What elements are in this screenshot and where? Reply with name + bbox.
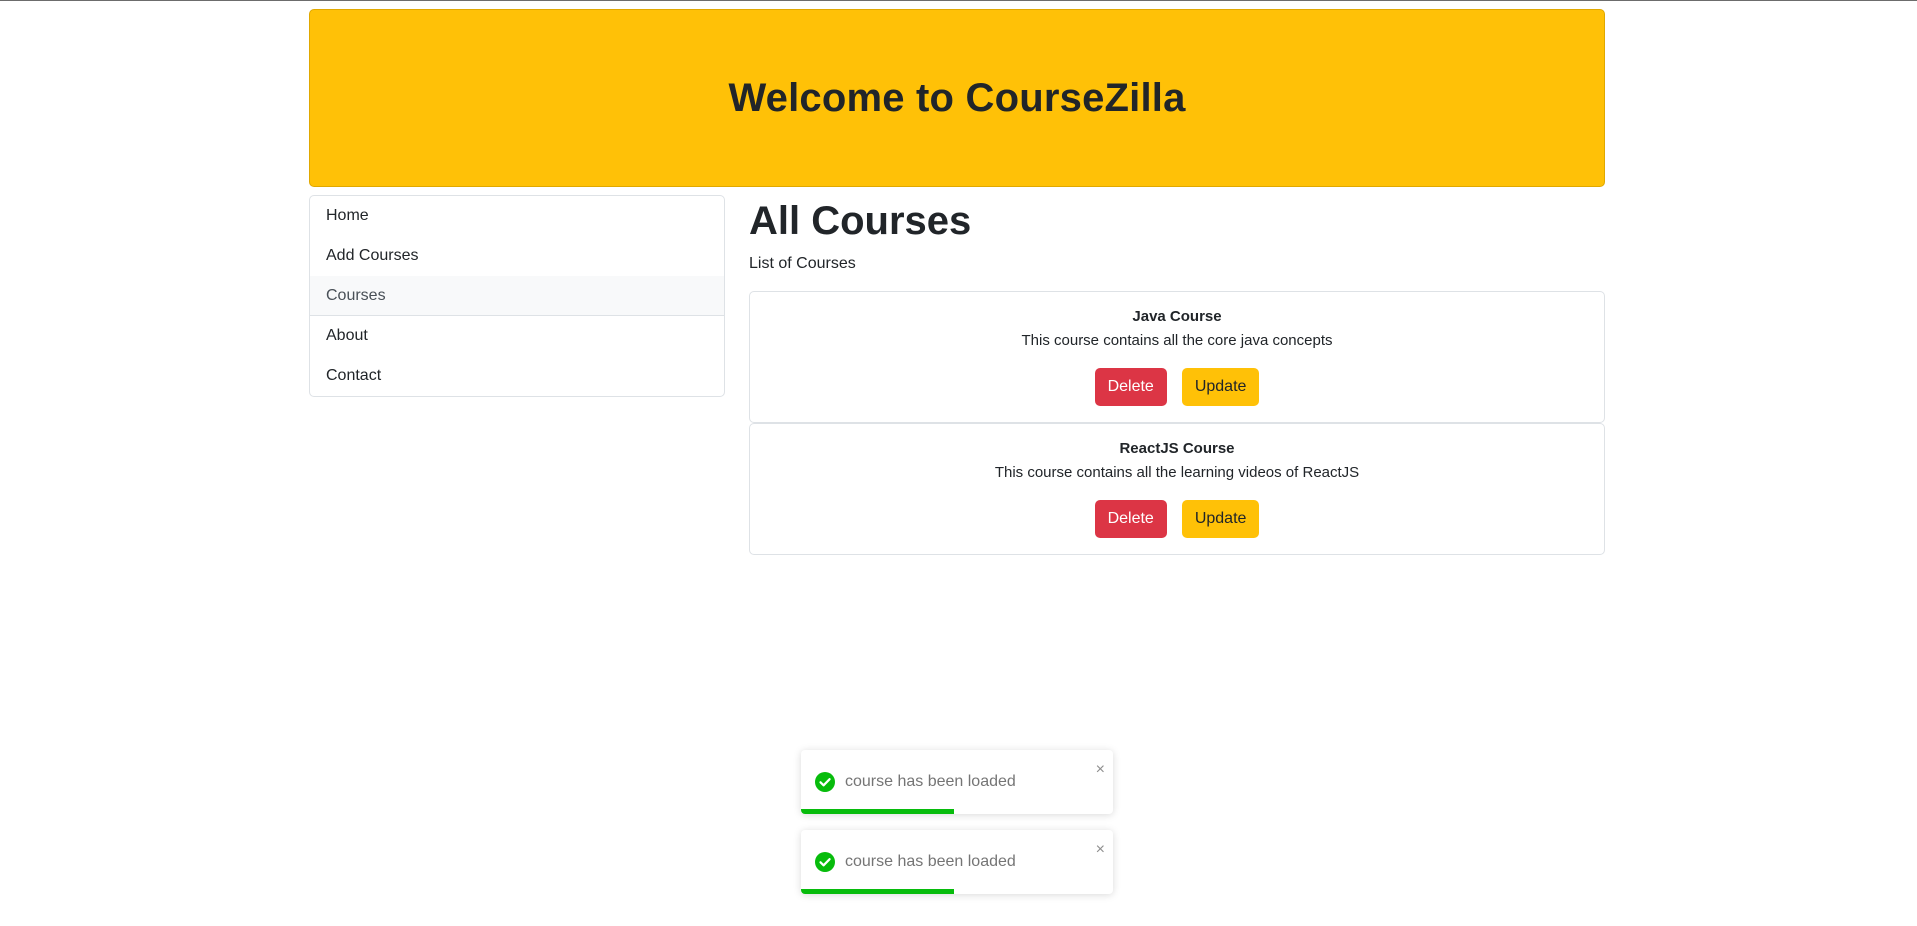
course-card: ReactJS Course This course contains all … bbox=[749, 423, 1605, 555]
main-content: All Courses List of Courses Java Course … bbox=[749, 195, 1605, 555]
check-circle-icon bbox=[815, 772, 835, 792]
course-title: ReactJS Course bbox=[1119, 440, 1235, 457]
update-button[interactable]: Update bbox=[1181, 368, 1260, 406]
delete-button[interactable]: Delete bbox=[1094, 500, 1167, 538]
course-actions: Delete Update bbox=[750, 368, 1604, 406]
sidebar-item-courses[interactable]: Courses bbox=[310, 276, 724, 316]
sidebar-nav: Home Add Courses Courses About Contact bbox=[309, 195, 725, 397]
sidebar-item-add-courses[interactable]: Add Courses bbox=[310, 236, 724, 276]
toast-message: course has been loaded bbox=[845, 853, 1016, 870]
course-actions: Delete Update bbox=[750, 500, 1604, 538]
sidebar-item-contact[interactable]: Contact bbox=[310, 356, 724, 396]
course-description: This course contains all the learning vi… bbox=[994, 464, 1360, 481]
update-button[interactable]: Update bbox=[1181, 500, 1260, 538]
toast-notification[interactable]: course has been loaded × bbox=[801, 830, 1113, 894]
close-icon[interactable]: × bbox=[1096, 842, 1105, 858]
course-description: This course contains all the core java c… bbox=[1021, 332, 1333, 349]
toast-message: course has been loaded bbox=[845, 773, 1016, 790]
toast-notification[interactable]: course has been loaded × bbox=[801, 750, 1113, 814]
delete-button[interactable]: Delete bbox=[1094, 368, 1167, 406]
section-subtitle: List of Courses bbox=[749, 255, 856, 272]
toast-progress-bar bbox=[801, 809, 954, 814]
browser-top-border bbox=[0, 0, 1917, 1]
course-title: Java Course bbox=[1132, 308, 1222, 325]
close-icon[interactable]: × bbox=[1096, 762, 1105, 778]
sidebar-item-home[interactable]: Home bbox=[310, 196, 724, 236]
check-circle-icon bbox=[815, 852, 835, 872]
sidebar-item-about[interactable]: About bbox=[310, 316, 724, 356]
toast-progress-bar bbox=[801, 889, 954, 894]
course-card: Java Course This course contains all the… bbox=[749, 291, 1605, 423]
section-title: All Courses bbox=[749, 199, 972, 243]
page-title: Welcome to CourseZilla bbox=[728, 75, 1186, 120]
welcome-banner: Welcome to CourseZilla bbox=[309, 9, 1605, 187]
page-container: Welcome to CourseZilla Home Add Courses … bbox=[309, 9, 1605, 555]
